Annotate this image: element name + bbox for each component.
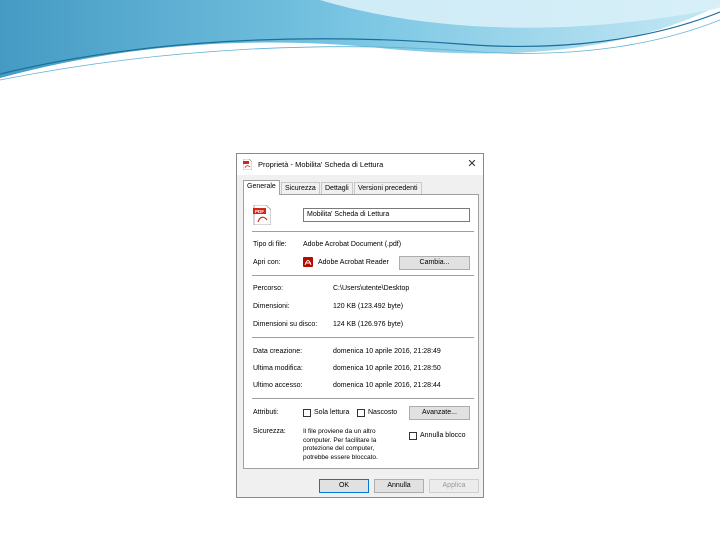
- separator: [252, 275, 474, 276]
- general-tab-panel: PDF Mobilita' Scheda di Lettura Tipo di …: [243, 194, 479, 469]
- modified-label: Ultima modifica:: [253, 365, 303, 372]
- hidden-checkbox[interactable]: [357, 409, 365, 417]
- pdf-file-icon: PDF: [253, 205, 271, 225]
- disk-size-value: 124 KB (126.976 byte): [333, 321, 404, 328]
- accessed-value: domenica 10 aprile 2016, 21:28:44: [333, 382, 441, 389]
- separator: [252, 231, 474, 232]
- size-value: 120 KB (123.492 byte): [333, 303, 404, 310]
- created-label: Data creazione:: [253, 348, 303, 355]
- tab-versioni-precedenti[interactable]: Versioni precedenti: [354, 182, 422, 194]
- file-type-label: Tipo di file:: [253, 241, 287, 248]
- tab-sicurezza[interactable]: Sicurezza: [281, 182, 320, 194]
- properties-dialog: Proprietà - Mobilita' Scheda di Lettura …: [236, 153, 484, 498]
- hidden-label[interactable]: Nascosto: [368, 409, 397, 416]
- file-type-value: Adobe Acrobat Document (.pdf): [303, 241, 402, 248]
- size-label: Dimensioni:: [253, 303, 290, 310]
- tab-generale[interactable]: Generale: [243, 180, 280, 195]
- acrobat-reader-icon: [303, 257, 313, 267]
- tab-strip: Generale Sicurezza Dettagli Versioni pre…: [243, 180, 479, 195]
- ok-button[interactable]: OK: [319, 479, 369, 493]
- title-bar: Proprietà - Mobilita' Scheda di Lettura …: [237, 154, 483, 175]
- unblock-checkbox[interactable]: [409, 432, 417, 440]
- readonly-label[interactable]: Sola lettura: [314, 409, 349, 416]
- cancel-button[interactable]: Annulla: [374, 479, 424, 493]
- created-value: domenica 10 aprile 2016, 21:28:49: [333, 348, 441, 355]
- apply-button[interactable]: Applica: [429, 479, 479, 493]
- security-label: Sicurezza:: [253, 428, 286, 435]
- separator: [252, 337, 474, 338]
- pdf-file-icon: [243, 159, 252, 170]
- unblock-label[interactable]: Annulla blocco: [420, 432, 466, 439]
- separator: [252, 398, 474, 399]
- advanced-button[interactable]: Avanzate...: [409, 406, 470, 420]
- file-name-field[interactable]: Mobilita' Scheda di Lettura: [303, 208, 470, 222]
- attributes-label: Attributi:: [253, 409, 279, 416]
- readonly-checkbox[interactable]: [303, 409, 311, 417]
- path-value: C:\Users\utente\Desktop: [333, 285, 410, 292]
- path-label: Percorso:: [253, 285, 283, 292]
- tab-dettagli[interactable]: Dettagli: [321, 182, 353, 194]
- dialog-title: Proprietà - Mobilita' Scheda di Lettura: [258, 160, 384, 169]
- accessed-label: Ultimo accesso:: [253, 382, 303, 389]
- disk-size-label: Dimensioni su disco:: [253, 321, 318, 328]
- svg-text:PDF: PDF: [255, 209, 264, 214]
- open-with-label: Apri con:: [253, 259, 281, 266]
- modified-value: domenica 10 aprile 2016, 21:28:50: [333, 365, 441, 372]
- close-icon[interactable]: ✕: [461, 154, 483, 175]
- security-message: Il file proviene da un altro computer. P…: [303, 428, 378, 461]
- open-with-value: Adobe Acrobat Reader: [318, 259, 389, 266]
- change-button[interactable]: Cambia...: [399, 256, 470, 270]
- header-wave-decoration: [0, 0, 720, 81]
